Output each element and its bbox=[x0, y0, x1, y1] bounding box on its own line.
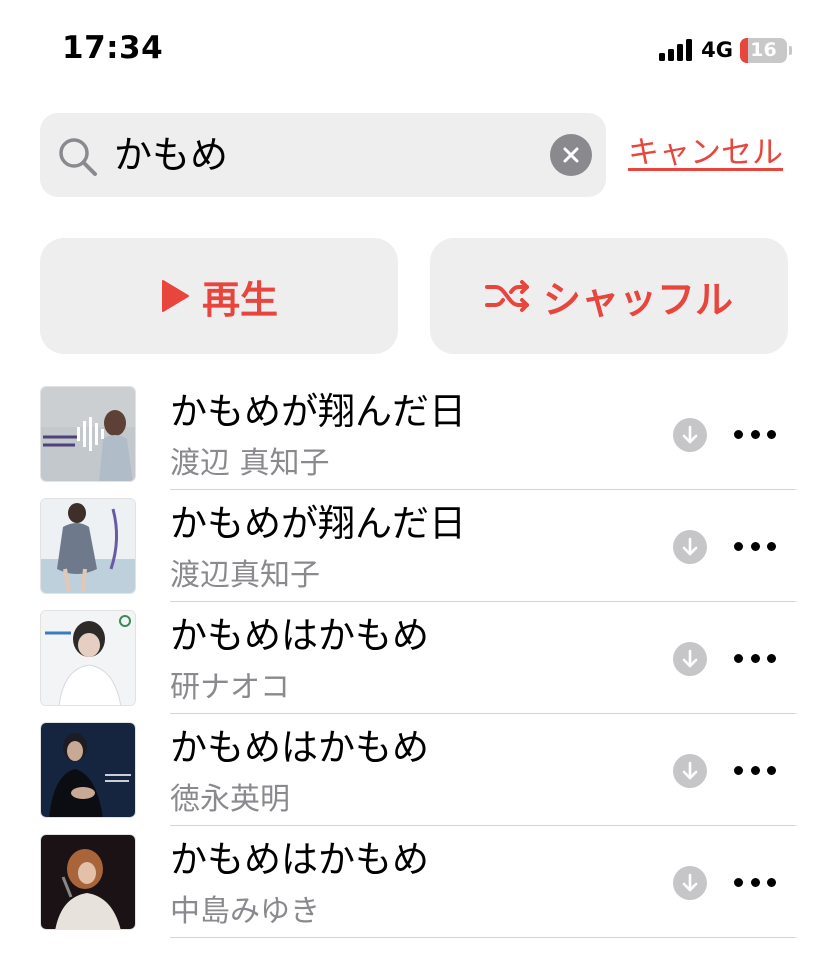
song-title: かもめが翔んだ日 bbox=[170, 390, 466, 433]
clear-search-button[interactable] bbox=[550, 134, 592, 176]
battery-tip bbox=[789, 45, 792, 55]
album-art bbox=[40, 610, 136, 706]
more-icon[interactable] bbox=[734, 651, 776, 665]
song-artist: 中島みゆき bbox=[170, 894, 320, 929]
divider bbox=[170, 601, 796, 602]
song-row[interactable]: かもめが翔んだ日 渡辺真知子 bbox=[0, 498, 822, 610]
song-title: かもめはかもめ bbox=[170, 614, 429, 657]
play-label: 再生 bbox=[201, 277, 278, 322]
divider bbox=[170, 489, 796, 490]
play-icon bbox=[160, 279, 190, 313]
more-icon[interactable] bbox=[734, 539, 776, 553]
divider bbox=[170, 713, 796, 714]
album-art bbox=[40, 722, 136, 818]
battery-percent: 16 bbox=[750, 39, 777, 61]
status-time: 17:34 bbox=[62, 30, 164, 66]
album-art bbox=[40, 834, 136, 930]
play-button[interactable]: 再生 bbox=[40, 238, 398, 354]
download-icon[interactable] bbox=[673, 418, 707, 452]
download-icon[interactable] bbox=[673, 754, 707, 788]
album-art bbox=[40, 386, 136, 482]
song-artist: 渡辺 真知子 bbox=[170, 446, 330, 481]
song-title: かもめはかもめ bbox=[170, 726, 429, 769]
search-icon bbox=[59, 138, 97, 176]
shuffle-button[interactable]: シャッフル bbox=[430, 238, 788, 354]
more-icon[interactable] bbox=[734, 427, 776, 441]
close-icon bbox=[563, 147, 579, 163]
battery-icon: 16 bbox=[740, 37, 787, 63]
song-row[interactable]: かもめはかもめ 徳永英明 bbox=[0, 722, 822, 834]
signal-icon bbox=[659, 39, 693, 61]
song-row[interactable]: かもめはかもめ 中島みゆき bbox=[0, 834, 822, 958]
search-input[interactable]: かもめ bbox=[114, 129, 228, 181]
cancel-button[interactable]: キャンセル bbox=[628, 132, 783, 174]
song-artist: 渡辺真知子 bbox=[170, 558, 320, 593]
divider bbox=[170, 937, 796, 938]
song-title: かもめが翔んだ日 bbox=[170, 502, 466, 545]
album-art bbox=[40, 498, 136, 594]
search-field[interactable]: かもめ bbox=[40, 113, 606, 197]
download-icon[interactable] bbox=[673, 642, 707, 676]
status-indicators: 4G 16 bbox=[659, 36, 792, 64]
shuffle-label: シャッフル bbox=[542, 277, 733, 322]
song-artist: 徳永英明 bbox=[170, 782, 290, 817]
network-type: 4G bbox=[701, 38, 733, 62]
song-artist: 研ナオコ bbox=[170, 670, 290, 705]
song-row[interactable]: かもめはかもめ 研ナオコ bbox=[0, 610, 822, 722]
more-icon[interactable] bbox=[734, 875, 776, 889]
divider bbox=[170, 825, 796, 826]
shuffle-icon bbox=[484, 279, 531, 313]
music-search-screen: 17:34 4G 16 かもめ キャンセル 再生 シャッフル かもめが翔んだ日 … bbox=[0, 0, 822, 961]
download-icon[interactable] bbox=[673, 530, 707, 564]
more-icon[interactable] bbox=[734, 763, 776, 777]
download-icon[interactable] bbox=[673, 866, 707, 900]
song-row[interactable]: かもめが翔んだ日 渡辺 真知子 bbox=[0, 386, 822, 498]
song-title: かもめはかもめ bbox=[170, 838, 429, 881]
